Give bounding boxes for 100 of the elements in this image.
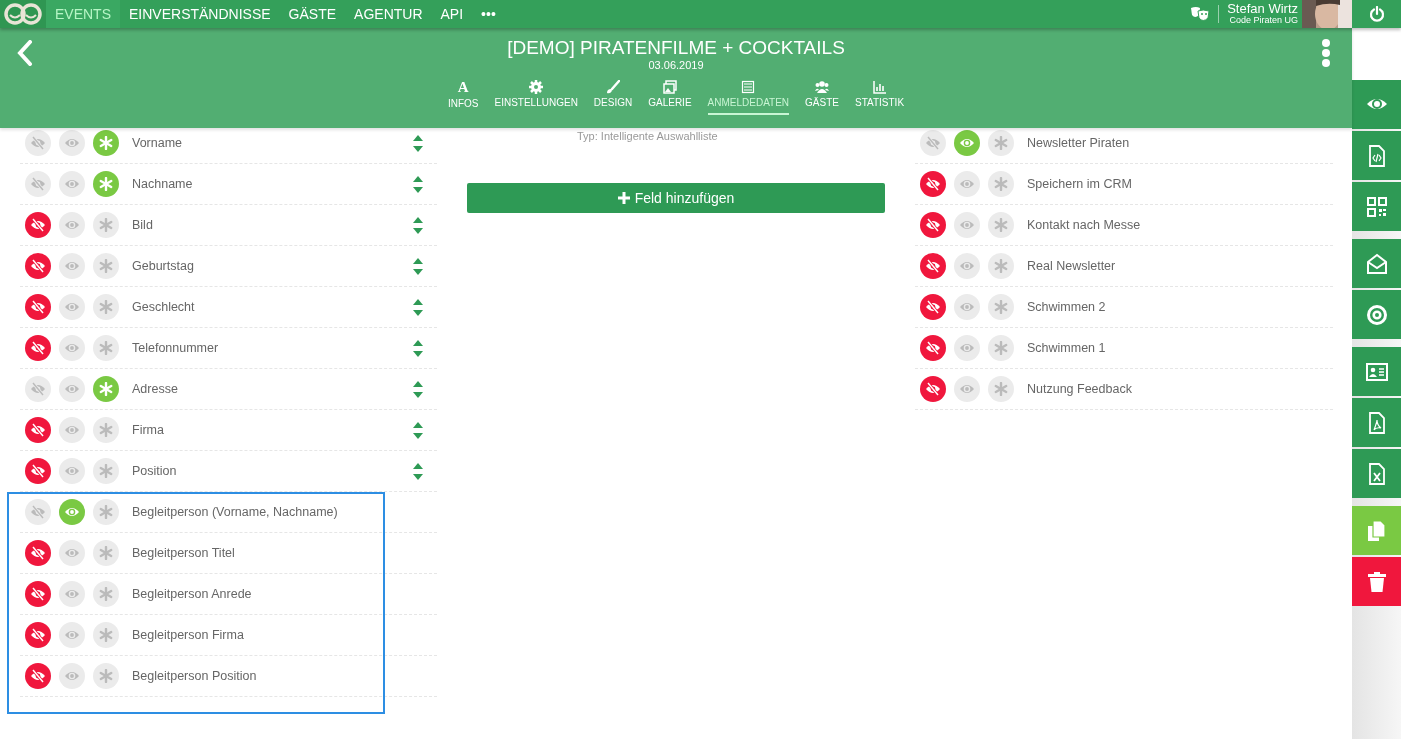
move-down-button[interactable] xyxy=(413,309,423,316)
required-toggle[interactable] xyxy=(93,540,119,566)
visibility-toggle[interactable] xyxy=(954,130,980,156)
move-down-button[interactable] xyxy=(413,391,423,398)
visibility-toggle[interactable] xyxy=(59,294,85,320)
sidebar-action-button[interactable] xyxy=(1352,557,1401,606)
visibility-toggle[interactable] xyxy=(954,171,980,197)
nav-item[interactable]: API xyxy=(431,0,473,28)
required-toggle[interactable] xyxy=(988,212,1014,238)
move-up-button[interactable] xyxy=(413,216,423,223)
tab[interactable]: GÄSTE xyxy=(805,80,839,115)
sidebar-action-button[interactable] xyxy=(1352,239,1401,288)
hide-toggle[interactable] xyxy=(920,212,946,238)
hide-toggle[interactable] xyxy=(25,376,51,402)
hide-toggle[interactable] xyxy=(25,171,51,197)
move-down-button[interactable] xyxy=(413,473,423,480)
required-toggle[interactable] xyxy=(988,171,1014,197)
hide-toggle[interactable] xyxy=(25,622,51,648)
visibility-toggle[interactable] xyxy=(59,622,85,648)
hide-toggle[interactable] xyxy=(25,663,51,689)
move-down-button[interactable] xyxy=(413,432,423,439)
back-button[interactable] xyxy=(17,40,33,66)
sidebar-action-button[interactable] xyxy=(1352,347,1401,396)
nav-item[interactable]: AGENTUR xyxy=(345,0,432,28)
required-toggle[interactable] xyxy=(93,130,119,156)
required-toggle[interactable] xyxy=(93,417,119,443)
visibility-toggle[interactable] xyxy=(59,376,85,402)
hide-toggle[interactable] xyxy=(920,335,946,361)
required-toggle[interactable] xyxy=(988,130,1014,156)
visibility-toggle[interactable] xyxy=(59,171,85,197)
tab[interactable]: GALERIE xyxy=(648,80,692,115)
visibility-toggle[interactable] xyxy=(954,335,980,361)
visibility-toggle[interactable] xyxy=(59,212,85,238)
visibility-toggle[interactable] xyxy=(59,417,85,443)
required-toggle[interactable] xyxy=(93,171,119,197)
move-up-button[interactable] xyxy=(413,298,423,305)
hide-toggle[interactable] xyxy=(920,253,946,279)
nav-item[interactable]: GÄSTE xyxy=(279,0,346,28)
move-up-button[interactable] xyxy=(413,175,423,182)
visibility-toggle[interactable] xyxy=(59,540,85,566)
move-down-button[interactable] xyxy=(413,350,423,357)
tab[interactable]: A INFOS xyxy=(447,80,479,115)
hide-toggle[interactable] xyxy=(25,212,51,238)
sidebar-action-button[interactable] xyxy=(1352,449,1401,498)
logo-icon[interactable] xyxy=(4,3,42,25)
tab[interactable]: DESIGN xyxy=(593,80,633,115)
move-up-button[interactable] xyxy=(413,339,423,346)
visibility-toggle[interactable] xyxy=(59,499,85,525)
hide-toggle[interactable] xyxy=(25,294,51,320)
hide-toggle[interactable] xyxy=(920,376,946,402)
hide-toggle[interactable] xyxy=(920,130,946,156)
hide-toggle[interactable] xyxy=(25,253,51,279)
move-up-button[interactable] xyxy=(413,421,423,428)
hide-toggle[interactable] xyxy=(25,335,51,361)
required-toggle[interactable] xyxy=(988,376,1014,402)
sidebar-action-button[interactable] xyxy=(1352,506,1401,555)
required-toggle[interactable] xyxy=(988,335,1014,361)
move-down-button[interactable] xyxy=(413,145,423,152)
required-toggle[interactable] xyxy=(988,294,1014,320)
sidebar-action-button[interactable] xyxy=(1352,80,1401,129)
required-toggle[interactable] xyxy=(93,335,119,361)
visibility-toggle[interactable] xyxy=(59,663,85,689)
required-toggle[interactable] xyxy=(93,663,119,689)
add-field-button[interactable]: Feld hinzufügen xyxy=(467,183,885,213)
required-toggle[interactable] xyxy=(93,253,119,279)
required-toggle[interactable] xyxy=(93,294,119,320)
masks-icon[interactable] xyxy=(1190,6,1211,22)
move-up-button[interactable] xyxy=(413,257,423,264)
required-toggle[interactable] xyxy=(93,581,119,607)
tab[interactable]: EINSTELLUNGEN xyxy=(494,80,578,115)
required-toggle[interactable] xyxy=(93,622,119,648)
sidebar-action-button[interactable] xyxy=(1352,398,1401,447)
sidebar-action-button[interactable] xyxy=(1352,290,1401,339)
nav-item[interactable]: EVENTS xyxy=(46,0,120,28)
required-toggle[interactable] xyxy=(93,499,119,525)
visibility-toggle[interactable] xyxy=(59,458,85,484)
visibility-toggle[interactable] xyxy=(954,253,980,279)
required-toggle[interactable] xyxy=(93,212,119,238)
move-up-button[interactable] xyxy=(413,134,423,141)
hide-toggle[interactable] xyxy=(920,171,946,197)
tab[interactable]: STATISTIK xyxy=(854,80,905,115)
visibility-toggle[interactable] xyxy=(954,376,980,402)
required-toggle[interactable] xyxy=(988,253,1014,279)
visibility-toggle[interactable] xyxy=(59,253,85,279)
move-down-button[interactable] xyxy=(413,186,423,193)
visibility-toggle[interactable] xyxy=(59,130,85,156)
move-down-button[interactable] xyxy=(413,227,423,234)
move-up-button[interactable] xyxy=(413,380,423,387)
move-down-button[interactable] xyxy=(413,268,423,275)
power-button[interactable] xyxy=(1352,0,1401,28)
sidebar-action-button[interactable] xyxy=(1352,182,1401,231)
required-toggle[interactable] xyxy=(93,376,119,402)
nav-item[interactable]: EINVERSTÄNDNISSE xyxy=(120,0,280,28)
hide-toggle[interactable] xyxy=(25,130,51,156)
sidebar-action-button[interactable] xyxy=(1352,131,1401,180)
required-toggle[interactable] xyxy=(93,458,119,484)
hide-toggle[interactable] xyxy=(25,458,51,484)
hide-toggle[interactable] xyxy=(25,540,51,566)
nav-item[interactable]: ••• xyxy=(472,0,505,28)
more-menu-button[interactable] xyxy=(1320,39,1332,67)
